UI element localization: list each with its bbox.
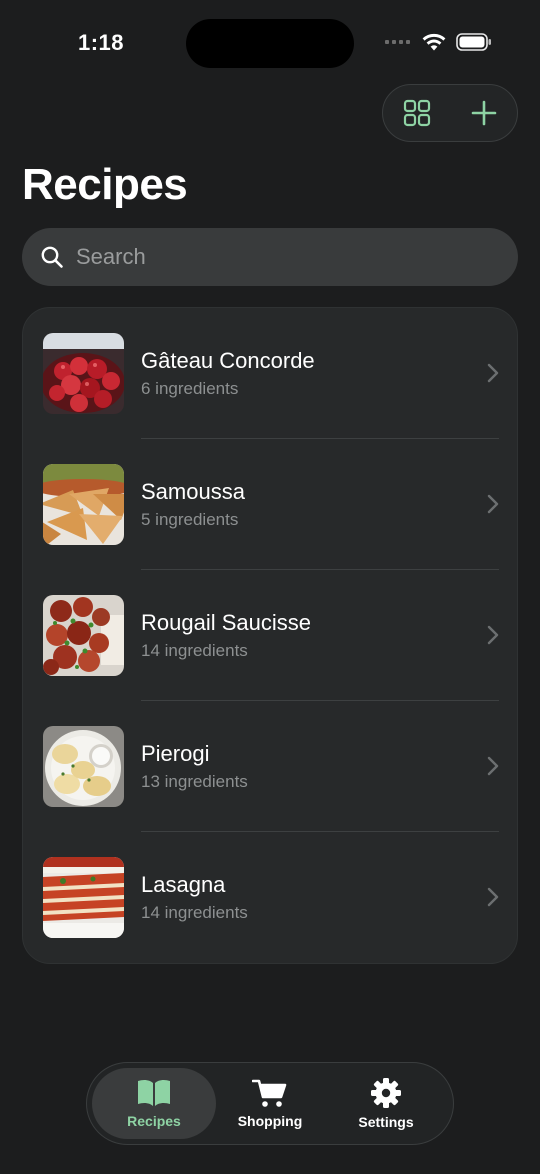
chevron-right-icon bbox=[487, 625, 499, 645]
recipe-name: Lasagna bbox=[141, 872, 226, 897]
tab-recipes[interactable]: Recipes bbox=[92, 1068, 216, 1139]
recipe-thumbnail bbox=[43, 726, 124, 807]
recipe-thumbnail bbox=[43, 857, 124, 938]
chevron-right-icon bbox=[487, 756, 499, 776]
recipe-thumbnail bbox=[43, 595, 124, 676]
cellular-signal-icon bbox=[385, 40, 410, 44]
chevron-right-icon bbox=[487, 887, 499, 907]
search-input[interactable] bbox=[74, 243, 478, 271]
status-time: 1:18 bbox=[78, 30, 125, 55]
search-bar[interactable] bbox=[22, 228, 518, 286]
search-icon bbox=[41, 246, 63, 268]
recipe-ingredient-count: 13 ingredients bbox=[141, 772, 248, 791]
toolbar-actions bbox=[382, 84, 518, 142]
chevron-right-icon bbox=[487, 363, 499, 383]
tab-label: Recipes bbox=[127, 1113, 181, 1129]
book-icon bbox=[138, 1079, 170, 1106]
recipe-thumbnail bbox=[43, 333, 124, 414]
page-title: Recipes bbox=[22, 160, 188, 209]
recipe-name: Samoussa bbox=[141, 479, 245, 504]
recipe-thumbnail bbox=[43, 464, 124, 545]
grid-view-icon bbox=[403, 99, 430, 127]
cart-icon bbox=[252, 1079, 287, 1107]
recipe-row-lasagna[interactable]: Lasagna 14 ingredients bbox=[23, 832, 519, 963]
grid-view-button[interactable] bbox=[393, 89, 441, 137]
recipe-ingredient-count: 14 ingredients bbox=[141, 641, 248, 660]
battery-icon bbox=[456, 33, 491, 51]
recipe-row-samoussa[interactable]: Samoussa 5 ingredients bbox=[23, 439, 519, 570]
recipe-ingredient-count: 6 ingredients bbox=[141, 379, 239, 398]
recipe-name: Gâteau Concorde bbox=[141, 348, 315, 373]
recipe-ingredient-count: 5 ingredients bbox=[141, 510, 239, 529]
screen: 1:18 Recipes Search Gâteau Concorde 6 in… bbox=[0, 0, 540, 1174]
tab-settings[interactable]: Settings bbox=[324, 1068, 448, 1139]
tab-label: Shopping bbox=[237, 1113, 303, 1129]
recipe-row-pierogi[interactable]: Pierogi 13 ingredients bbox=[23, 701, 519, 832]
recipe-name: Rougail Saucisse bbox=[141, 610, 311, 635]
tab-bar: Recipes Shopping Settings bbox=[86, 1062, 454, 1145]
recipe-list: Gâteau Concorde 6 ingredients Samoussa 5… bbox=[22, 307, 518, 964]
add-recipe-button[interactable] bbox=[460, 89, 508, 137]
recipe-row-gateau-concorde[interactable]: Gâteau Concorde 6 ingredients bbox=[23, 308, 519, 439]
recipe-ingredient-count: 14 ingredients bbox=[141, 903, 248, 922]
chevron-right-icon bbox=[487, 494, 499, 514]
recipe-row-rougail-saucisse[interactable]: Rougail Saucisse 14 ingredients bbox=[23, 570, 519, 701]
tab-shopping[interactable]: Shopping bbox=[208, 1068, 332, 1139]
plus-icon bbox=[471, 100, 496, 126]
recipe-name: Pierogi bbox=[141, 741, 210, 766]
dynamic-island bbox=[186, 19, 354, 68]
gear-icon bbox=[371, 1078, 401, 1108]
wifi-icon bbox=[422, 33, 446, 51]
tab-label: Settings bbox=[358, 1114, 414, 1130]
status-indicators bbox=[385, 33, 492, 51]
